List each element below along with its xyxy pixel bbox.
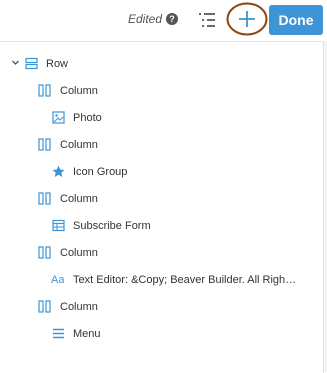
outline-item-label: Menu (73, 327, 101, 340)
column-icon (38, 192, 51, 205)
edited-status[interactable]: Edited ? (128, 12, 179, 26)
outline-list-icon (199, 13, 215, 27)
outline-item-text-editor[interactable]: Aa Text Editor: &Copy; Beaver Builder. A… (0, 266, 323, 293)
outline-item-label: Column (60, 84, 98, 97)
outline-item-column[interactable]: Column (0, 131, 323, 158)
outline-item-icon-group[interactable]: Icon Group (0, 158, 323, 185)
outline-panel: Row Column Photo Column Icon Group Colum… (0, 41, 324, 373)
plus-icon (226, 2, 268, 36)
row-icon (25, 57, 38, 70)
outline-item-column[interactable]: Column (0, 185, 323, 212)
outline-button[interactable] (195, 9, 219, 31)
outline-item-photo[interactable]: Photo (0, 104, 323, 131)
outline-item-label: Subscribe Form (73, 219, 151, 232)
outline-item-label: Column (60, 192, 98, 205)
outline-item-label: Text Editor: &Copy; Beaver Builder. All … (73, 273, 297, 286)
outline-item-label: Column (60, 138, 98, 151)
column-icon (38, 246, 51, 259)
top-toolbar: Edited ? Done (0, 0, 327, 40)
outline-item-column[interactable]: Column (0, 77, 323, 104)
chevron-down-icon[interactable] (11, 58, 20, 67)
outline-item-label: Photo (73, 111, 102, 124)
column-icon (38, 84, 51, 97)
table-icon (52, 219, 65, 232)
outline-item-menu[interactable]: Menu (0, 320, 323, 347)
done-button[interactable]: Done (269, 5, 323, 35)
outline-item-label: Column (60, 246, 98, 259)
column-icon (38, 300, 51, 313)
outline-item-column[interactable]: Column (0, 293, 323, 320)
outline-item-label: Column (60, 300, 98, 313)
outline-item-row[interactable]: Row (0, 50, 323, 77)
outline-item-label: Row (46, 57, 69, 70)
star-icon (52, 165, 65, 177)
column-icon (38, 138, 51, 151)
text-editor-icon: Aa (51, 273, 65, 286)
help-icon[interactable]: ? (166, 13, 179, 25)
add-content-button[interactable] (226, 1, 268, 37)
photo-icon (52, 111, 65, 124)
edited-label: Edited (128, 12, 163, 26)
outline-item-label: Icon Group (73, 165, 128, 178)
menu-icon (53, 328, 64, 339)
outline-item-column[interactable]: Column (0, 239, 323, 266)
outline-item-subscribe-form[interactable]: Subscribe Form (0, 212, 323, 239)
